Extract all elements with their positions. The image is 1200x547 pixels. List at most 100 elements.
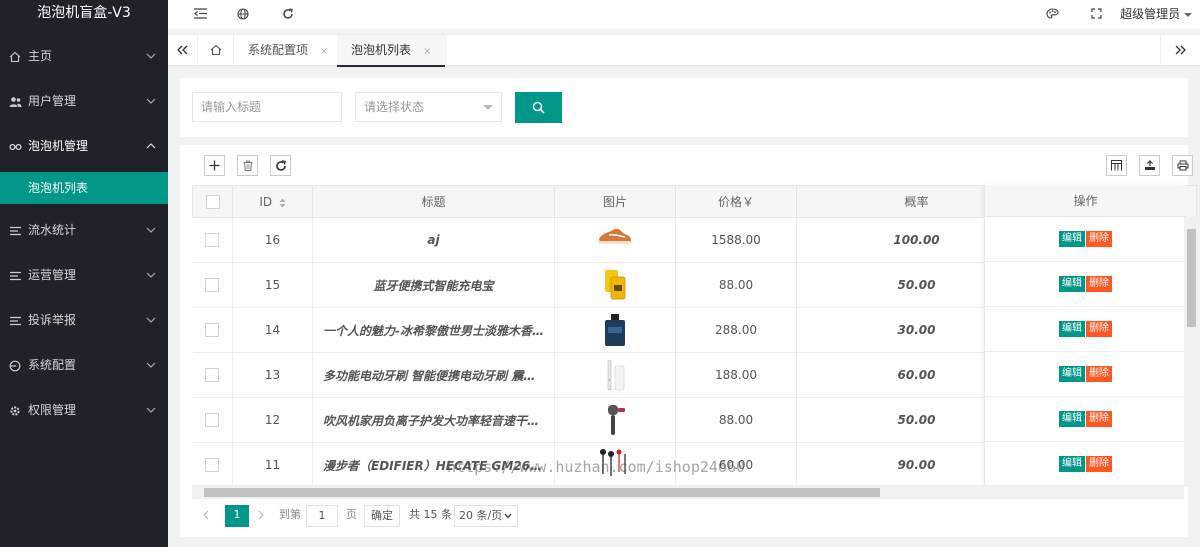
product-thumbnail-hairdryer[interactable] bbox=[597, 403, 633, 437]
edit-button[interactable]: 编辑 bbox=[1059, 231, 1085, 247]
cell-image[interactable] bbox=[554, 397, 676, 443]
product-thumbnail-earphones[interactable] bbox=[597, 448, 633, 482]
sidebar-subitem-bubble-list[interactable]: 泡泡机列表 bbox=[0, 172, 168, 204]
header-id[interactable]: ID bbox=[232, 185, 313, 218]
delete-button[interactable]: 删除 bbox=[1086, 411, 1112, 427]
sidebar-item-home[interactable]: 主页 bbox=[0, 34, 168, 79]
title-search-input[interactable]: 请输入标题 bbox=[192, 92, 342, 122]
row-checkbox-cell[interactable] bbox=[192, 217, 233, 263]
vertical-scrollbar[interactable] bbox=[1184, 217, 1198, 487]
page-current[interactable]: 1 bbox=[225, 505, 249, 527]
sidebar-item-bubble-machine[interactable]: 泡泡机管理 bbox=[0, 124, 168, 169]
cell-image[interactable] bbox=[554, 262, 676, 308]
chevron-down-icon bbox=[146, 208, 156, 253]
caret-down-icon bbox=[1184, 7, 1192, 21]
cell-price: 88.00 bbox=[675, 397, 797, 443]
print-button[interactable] bbox=[1172, 155, 1193, 176]
refresh-icon[interactable] bbox=[278, 0, 298, 29]
sidebar-item-users[interactable]: 用户管理 bbox=[0, 79, 168, 124]
delete-button[interactable]: 删除 bbox=[1086, 456, 1112, 472]
edit-button[interactable]: 编辑 bbox=[1059, 411, 1085, 427]
sidebar-item-label: 主页 bbox=[28, 49, 53, 63]
user-menu[interactable]: 超级管理员 bbox=[1120, 0, 1192, 29]
tab-label: 泡泡机列表 bbox=[351, 43, 412, 57]
caret-down-icon bbox=[483, 105, 493, 110]
sort-icon[interactable] bbox=[276, 198, 286, 208]
sidebar-item-system-config[interactable]: 系统配置 bbox=[0, 343, 168, 388]
columns-filter-button[interactable] bbox=[1106, 155, 1127, 176]
cell-id: 13 bbox=[232, 352, 313, 398]
edit-button[interactable]: 编辑 bbox=[1059, 276, 1085, 292]
delete-button[interactable]: 删除 bbox=[1086, 276, 1112, 292]
sidebar-item-permissions[interactable]: 权限管理 bbox=[0, 388, 168, 433]
page-size-select[interactable]: 20 条/页 bbox=[454, 505, 518, 527]
row-checkbox[interactable] bbox=[205, 233, 220, 248]
product-thumbnail-sneaker[interactable] bbox=[597, 223, 633, 257]
product-thumbnail-perfume[interactable] bbox=[597, 313, 633, 347]
sidebar-item-label: 用户管理 bbox=[28, 94, 77, 108]
page-unit-label: 页 bbox=[346, 508, 357, 521]
tab-label: 系统配置项 bbox=[248, 43, 309, 57]
next-page-icon[interactable] bbox=[258, 505, 265, 527]
product-thumbnail-toothbrush[interactable] bbox=[597, 358, 633, 392]
product-thumbnail-powerbank[interactable] bbox=[597, 268, 633, 302]
header-checkbox-cell[interactable] bbox=[192, 185, 233, 218]
row-checkbox-cell[interactable] bbox=[192, 262, 233, 308]
tab-home[interactable] bbox=[198, 35, 234, 66]
chevron-down-icon bbox=[146, 34, 156, 79]
row-checkbox-cell[interactable] bbox=[192, 397, 233, 443]
globe-icon[interactable] bbox=[233, 0, 253, 29]
cell-id: 14 bbox=[232, 307, 313, 353]
cell-price: 88.00 bbox=[675, 262, 797, 308]
delete-button[interactable]: 删除 bbox=[1086, 231, 1112, 247]
search-button[interactable] bbox=[515, 92, 562, 123]
sidebar-item-flow-stats[interactable]: 流水统计 bbox=[0, 208, 168, 253]
edit-button[interactable]: 编辑 bbox=[1059, 366, 1085, 382]
sidebar-item-operations[interactable]: 运营管理 bbox=[0, 253, 168, 298]
row-checkbox[interactable] bbox=[205, 458, 220, 473]
sidebar-item-label: 流水统计 bbox=[28, 223, 77, 237]
horizontal-scrollbar-thumb[interactable] bbox=[204, 488, 880, 497]
sidebar-item-label: 投诉举报 bbox=[28, 313, 77, 327]
sidebar-item-complaints[interactable]: 投诉举报 bbox=[0, 298, 168, 343]
row-checkbox[interactable] bbox=[205, 368, 220, 383]
row-checkbox-cell[interactable] bbox=[192, 352, 233, 398]
goto-confirm-button[interactable]: 确定 bbox=[364, 505, 400, 527]
printer-icon bbox=[1177, 158, 1189, 173]
prev-page-icon[interactable] bbox=[202, 505, 209, 527]
row-checkbox-cell[interactable] bbox=[192, 307, 233, 353]
batch-delete-button[interactable] bbox=[237, 155, 258, 176]
menu-fold-icon[interactable] bbox=[190, 0, 210, 29]
delete-button[interactable]: 删除 bbox=[1086, 321, 1112, 337]
home-icon bbox=[210, 42, 222, 57]
close-icon[interactable]: × bbox=[320, 46, 328, 57]
delete-button[interactable]: 删除 bbox=[1086, 366, 1112, 382]
horizontal-scrollbar[interactable] bbox=[192, 485, 1184, 499]
cell-image[interactable] bbox=[554, 352, 676, 398]
row-checkbox[interactable] bbox=[205, 413, 220, 428]
row-checkbox[interactable] bbox=[205, 278, 220, 293]
edit-button[interactable]: 编辑 bbox=[1059, 456, 1085, 472]
tab-bubble-list[interactable]: 泡泡机列表 × bbox=[337, 35, 447, 67]
tab-system-config[interactable]: 系统配置项 × bbox=[234, 35, 344, 66]
row-checkbox[interactable] bbox=[205, 323, 220, 338]
theme-palette-icon[interactable] bbox=[1042, 0, 1062, 29]
goto-page-input[interactable]: 1 bbox=[306, 505, 338, 527]
cell-price: 188.00 bbox=[675, 352, 797, 398]
export-button[interactable] bbox=[1139, 155, 1160, 176]
add-button[interactable] bbox=[204, 155, 225, 176]
cell-image[interactable] bbox=[554, 217, 676, 263]
cell-image[interactable] bbox=[554, 442, 676, 485]
select-all-checkbox[interactable] bbox=[205, 194, 220, 209]
fullscreen-icon[interactable] bbox=[1086, 0, 1106, 29]
close-icon[interactable]: × bbox=[423, 46, 431, 57]
tabs-scroll-right-button[interactable] bbox=[1160, 35, 1200, 66]
status-select[interactable]: 请选择状态 bbox=[355, 92, 502, 122]
reload-button[interactable] bbox=[270, 155, 291, 176]
row-checkbox-cell[interactable] bbox=[192, 442, 233, 485]
vertical-scrollbar-thumb[interactable] bbox=[1187, 229, 1196, 327]
edit-button[interactable]: 编辑 bbox=[1059, 321, 1085, 337]
tabs-scroll-left-button[interactable] bbox=[168, 35, 198, 66]
operations-cell: 编辑 删除 bbox=[985, 397, 1186, 442]
cell-image[interactable] bbox=[554, 307, 676, 353]
